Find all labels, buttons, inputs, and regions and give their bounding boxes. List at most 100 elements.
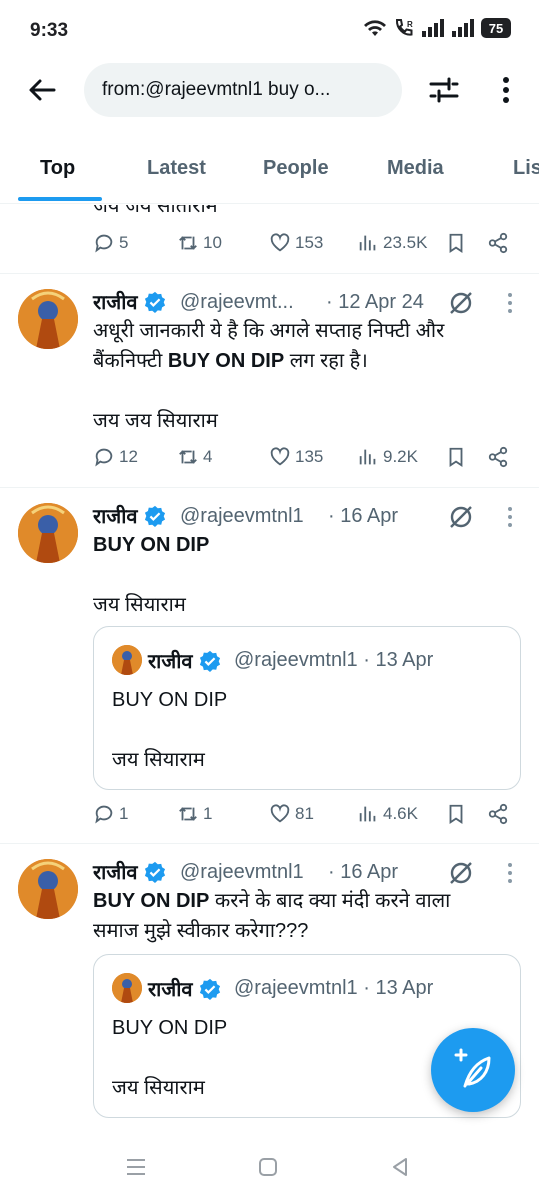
author-handle[interactable]: @rajeevmtnl1 bbox=[180, 505, 304, 528]
verified-badge-icon bbox=[144, 505, 165, 527]
reply-button[interactable]: 5 bbox=[93, 232, 128, 254]
tweet-date[interactable]: · 12 Apr 24 bbox=[326, 291, 424, 314]
verified-badge-icon bbox=[199, 650, 220, 672]
quoted-handle-date: @rajeevmtnl1 · 13 Apr bbox=[234, 977, 434, 999]
verified-badge-icon bbox=[199, 978, 220, 1000]
quoted-handle-date: @rajeevmtnl1 · 13 Apr bbox=[234, 649, 434, 671]
quoted-author-name: राजीव bbox=[148, 647, 221, 674]
repost-button[interactable]: 1 bbox=[177, 803, 212, 825]
compose-feather-icon bbox=[454, 1048, 491, 1088]
status-bar: 9:33 R 75 bbox=[0, 0, 539, 60]
recent-apps-icon[interactable] bbox=[126, 1157, 146, 1177]
avatar-image bbox=[18, 859, 78, 919]
tweet[interactable]: राजीव @rajeevmtnl1 · 16 Apr BUY ON DIP ज… bbox=[0, 488, 539, 844]
reply-button[interactable]: 1 bbox=[93, 803, 128, 825]
tab-top[interactable]: Top bbox=[40, 157, 75, 180]
battery-icon: 75 bbox=[481, 18, 511, 38]
heart-icon bbox=[270, 804, 290, 823]
author-name[interactable]: राजीव bbox=[93, 858, 166, 885]
filter-icon[interactable] bbox=[428, 74, 460, 106]
tweet-date[interactable]: · 16 Apr bbox=[328, 505, 398, 528]
tweet-more-icon[interactable] bbox=[500, 861, 520, 885]
reply-icon bbox=[95, 805, 113, 824]
search-input[interactable]: from:@rajeevmtnl1 buy o... bbox=[84, 63, 402, 117]
tweet-actions: 5 10 153 23.5K bbox=[93, 232, 523, 262]
quoted-avatar bbox=[112, 973, 142, 1003]
reply-button[interactable]: 12 bbox=[93, 446, 138, 468]
verified-badge-icon bbox=[144, 291, 165, 313]
like-button[interactable]: 81 bbox=[269, 803, 314, 825]
signal-icon-2 bbox=[452, 19, 474, 37]
muted-icon bbox=[450, 292, 472, 314]
bookmark-icon[interactable] bbox=[445, 803, 467, 825]
avatar[interactable] bbox=[18, 859, 78, 919]
search-header: from:@rajeevmtnl1 buy o... bbox=[0, 58, 539, 128]
tweet-actions: 1 1 81 4.6K bbox=[93, 803, 523, 833]
tab-media[interactable]: Media bbox=[387, 157, 444, 180]
repost-icon bbox=[179, 236, 197, 250]
compose-post-button[interactable] bbox=[431, 1028, 515, 1112]
repost-button[interactable]: 4 bbox=[177, 446, 212, 468]
tab-lists[interactable]: Lis bbox=[513, 157, 539, 180]
reply-icon bbox=[95, 448, 113, 467]
quoted-author-name: राजीव bbox=[148, 975, 221, 1002]
tweet-date[interactable]: · 16 Apr bbox=[328, 861, 398, 884]
quoted-text: BUY ON DIP जय सियाराम bbox=[112, 1017, 228, 1099]
tweet-text: BUY ON DIP करने के बाद क्या मंदी करने वा… bbox=[93, 890, 451, 942]
views-icon bbox=[359, 806, 376, 822]
heart-icon bbox=[270, 447, 290, 466]
quoted-text: BUY ON DIP जय सियाराम bbox=[112, 689, 228, 771]
author-name[interactable]: राजीव bbox=[93, 288, 166, 315]
muted-icon bbox=[450, 862, 472, 884]
home-icon[interactable] bbox=[258, 1157, 278, 1177]
bookmark-icon[interactable] bbox=[445, 232, 467, 254]
signal-icon bbox=[422, 19, 444, 37]
like-button[interactable]: 135 bbox=[269, 446, 323, 468]
call-icon: R bbox=[395, 19, 413, 36]
quoted-tweet[interactable]: राजीव @rajeevmtnl1 · 13 Apr BUY ON DIP ज… bbox=[93, 626, 521, 790]
views-button[interactable]: 4.6K bbox=[357, 803, 418, 825]
status-icons: R 75 bbox=[363, 18, 511, 38]
wifi-icon bbox=[364, 20, 386, 36]
muted-icon bbox=[450, 506, 472, 528]
avatar-image bbox=[18, 503, 78, 563]
tweet[interactable]: राजीव @rajeevmt... · 12 Apr 24 अधूरी जान… bbox=[0, 274, 539, 488]
views-button[interactable]: 9.2K bbox=[357, 446, 418, 468]
avatar[interactable] bbox=[18, 289, 78, 349]
tweet-feed: जय जय सीताराम 5 10 153 23.5K राजीव @raje… bbox=[0, 205, 539, 1130]
heart-icon bbox=[270, 233, 290, 252]
reply-icon bbox=[95, 234, 113, 253]
tweet-actions: 12 4 135 9.2K bbox=[93, 446, 523, 476]
svg-text:R: R bbox=[407, 20, 413, 29]
avatar[interactable] bbox=[18, 503, 78, 563]
repost-button[interactable]: 10 bbox=[177, 232, 222, 254]
share-icon[interactable] bbox=[487, 446, 509, 468]
tab-people[interactable]: People bbox=[263, 157, 329, 180]
author-handle[interactable]: @rajeevmtnl1 bbox=[180, 861, 304, 884]
tab-latest[interactable]: Latest bbox=[147, 157, 206, 180]
avatar-image bbox=[18, 289, 78, 349]
tweet-more-icon[interactable] bbox=[500, 505, 520, 529]
system-nav-bar bbox=[0, 1135, 539, 1200]
back-nav-icon[interactable] bbox=[390, 1157, 410, 1177]
bookmark-icon[interactable] bbox=[445, 446, 467, 468]
more-options-icon[interactable] bbox=[494, 74, 518, 106]
views-button[interactable]: 23.5K bbox=[357, 232, 427, 254]
avatar-image bbox=[112, 645, 142, 675]
active-tab-indicator bbox=[18, 197, 102, 201]
verified-badge-icon bbox=[144, 861, 165, 883]
share-icon[interactable] bbox=[487, 803, 509, 825]
tweet-partial[interactable]: जय जय सीताराम 5 10 153 23.5K bbox=[0, 205, 539, 274]
like-button[interactable]: 153 bbox=[269, 232, 323, 254]
views-icon bbox=[359, 449, 376, 465]
status-time: 9:33 bbox=[30, 20, 69, 41]
tweet-more-icon[interactable] bbox=[500, 291, 520, 315]
author-handle[interactable]: @rajeevmt... bbox=[180, 291, 294, 314]
repost-icon bbox=[179, 807, 197, 821]
author-name[interactable]: राजीव bbox=[93, 502, 166, 529]
share-icon[interactable] bbox=[487, 232, 509, 254]
back-arrow-icon[interactable] bbox=[24, 72, 60, 108]
tweet-text: BUY ON DIP जय सियाराम bbox=[93, 534, 210, 616]
tweet-text: जय जय सीताराम bbox=[93, 205, 513, 213]
repost-icon bbox=[179, 450, 197, 464]
